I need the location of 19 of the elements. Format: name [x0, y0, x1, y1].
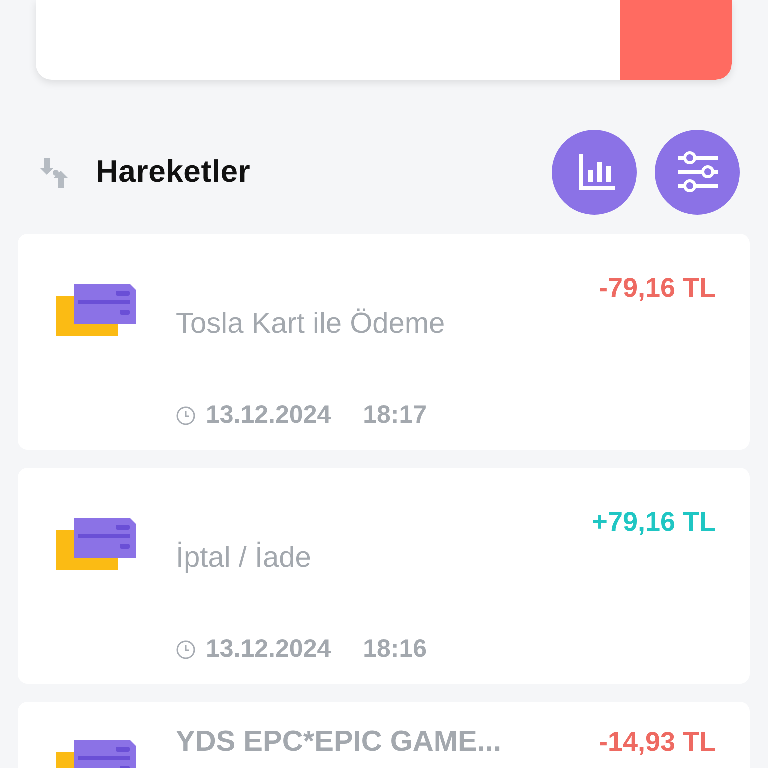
- clock-icon: [176, 406, 196, 426]
- transaction-date: 13.12.2024: [206, 635, 332, 664]
- transaction-card[interactable]: +79,16 TL İptal / İade 13.12.2024 18:16: [18, 468, 750, 684]
- transaction-title: Tosla Kart ile Ödeme: [176, 308, 446, 342]
- transaction-time: 18:16: [363, 635, 428, 664]
- transaction-date: 13.12.2024: [206, 401, 332, 430]
- amount: +79,16 TL: [592, 506, 716, 538]
- transaction-card[interactable]: YDS EPC*EPIC GAME... -14,93 TL: [18, 702, 750, 768]
- transaction-card[interactable]: -79,16 TL Tosla Kart ile Ödeme 13.12.2024 18:17: [18, 234, 750, 450]
- amount: -14,93 TL: [598, 726, 716, 758]
- transaction-title: YDS EPC*EPIC GAME...: [176, 726, 502, 759]
- transaction-time: 18:17: [363, 401, 428, 430]
- cards-icon: [56, 518, 136, 572]
- clock-icon: [176, 640, 196, 660]
- cards-icon: [56, 284, 136, 338]
- section-title: Hareketler: [96, 154, 251, 190]
- amount: -79,16 TL: [598, 272, 716, 304]
- settings-icon: [676, 150, 720, 194]
- transaction-title: İptal / İade: [176, 542, 312, 576]
